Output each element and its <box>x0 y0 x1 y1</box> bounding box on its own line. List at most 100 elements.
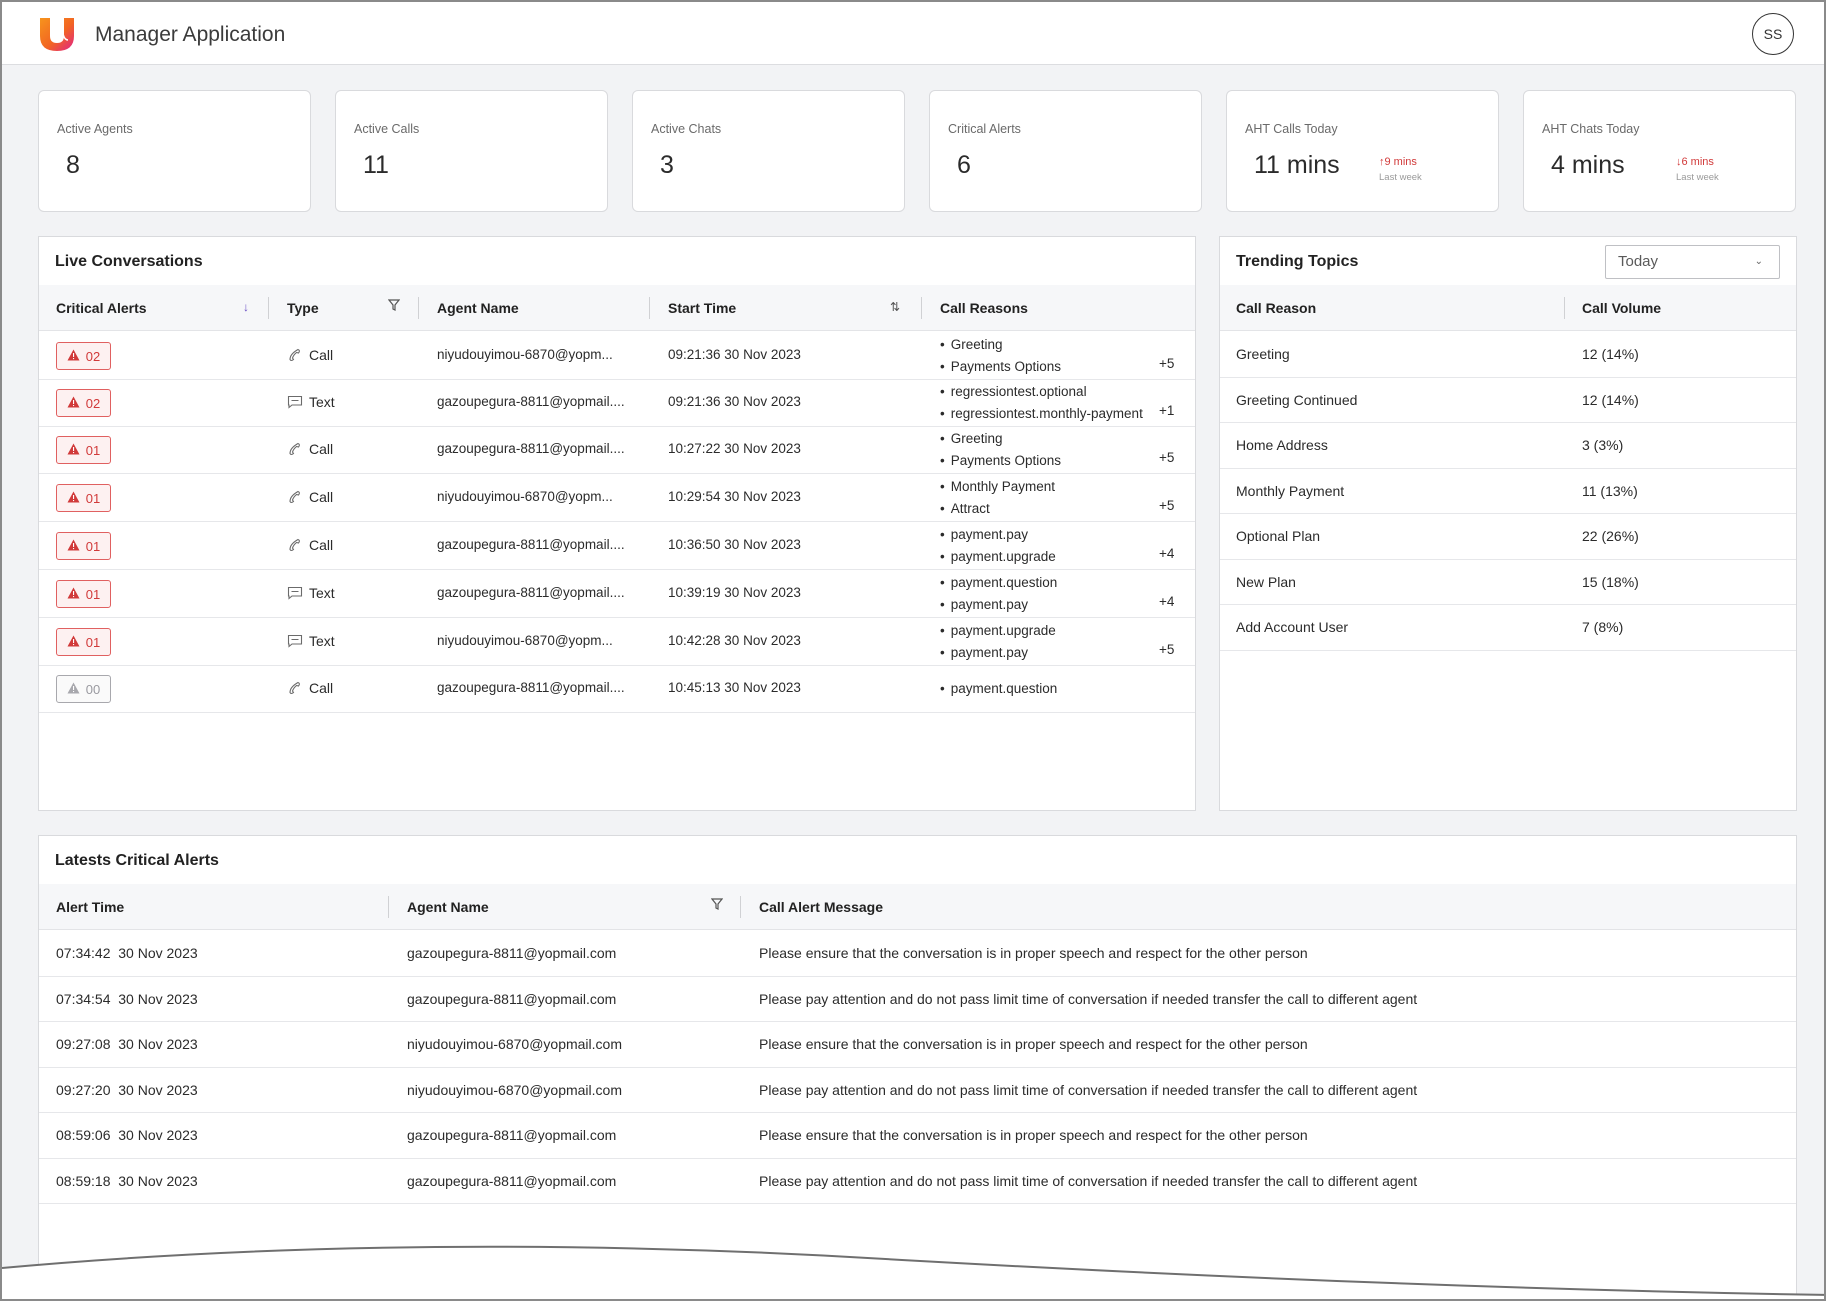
call-volume: 11 (13%) <box>1582 482 1638 499</box>
table-row[interactable]: Home Address 3 (3%) <box>1220 423 1796 469</box>
alert-time: 07:34:42 30 Nov 2023 <box>56 945 198 961</box>
column-divider[interactable] <box>418 297 419 319</box>
agent-name: gazoupegura-8811@yopmail.... <box>437 537 625 552</box>
column-divider[interactable] <box>1564 297 1565 319</box>
chevron-down-icon: ⌄ <box>1754 256 1763 267</box>
stat-card-active-chats: Active Chats 3 <box>632 90 905 212</box>
table-row[interactable]: 02 Text gazoupegura-8811@yopmail.... 09:21:… <box>39 379 1195 427</box>
table-row[interactable]: 09:27:20 30 Nov 2023 niyudouyimou-6870@yo… <box>39 1068 1796 1113</box>
table-row[interactable]: New Plan 15 (18%) <box>1220 560 1796 605</box>
call-reason-text: Payments Options <box>950 359 1062 374</box>
column-header-call-volume[interactable]: Call Volume <box>1582 285 1661 331</box>
bullet-icon: • <box>940 575 945 590</box>
phone-icon <box>287 538 303 552</box>
alert-message: Please pay attention and do not pass lim… <box>759 990 1418 1007</box>
stat-card-aht-calls: AHT Calls Today 11 mins ↑9 mins Last wee… <box>1226 90 1499 212</box>
phone-icon <box>287 681 303 695</box>
column-divider[interactable] <box>268 297 269 319</box>
table-row[interactable]: 08:59:18 30 Nov 2023 gazoupegura-8811@yop… <box>39 1159 1796 1204</box>
alert-badge[interactable]: 02 <box>56 389 111 417</box>
column-divider[interactable] <box>921 297 922 319</box>
call-reason-item: • payment.upgrade <box>940 546 1056 568</box>
column-header-type[interactable]: Type <box>287 285 319 331</box>
alert-badge[interactable]: 01 <box>56 484 111 512</box>
agent-name: niyudouyimou-6870@yopmail.com <box>407 1081 622 1098</box>
stat-value: 11 mins <box>1254 151 1340 179</box>
more-reasons-count[interactable]: +1 <box>1159 403 1174 418</box>
column-header-alert-time[interactable]: Alert Time <box>56 884 124 930</box>
call-reason-text: Monthly Payment <box>950 479 1056 494</box>
column-header-start-time[interactable]: Start Time <box>668 285 736 331</box>
column-header-agent-name[interactable]: Agent Name <box>407 884 489 930</box>
table-row[interactable]: 01 Call niyudouyimou-6870@yopm... 10:29:54 … <box>39 474 1195 522</box>
alert-message: Please ensure that the conversation is i… <box>759 1127 1308 1143</box>
more-reasons-count[interactable]: +5 <box>1159 642 1174 657</box>
stat-label: Active Calls <box>354 122 420 136</box>
table-row[interactable]: Monthly Payment 11 (13%) <box>1220 469 1796 514</box>
trend-indicator: ↓6 mins Last week <box>1676 155 1719 185</box>
table-row[interactable]: 08:59:06 30 Nov 2023 gazoupegura-8811@yop… <box>39 1113 1796 1159</box>
type-label: Text <box>309 585 335 601</box>
type-cell: Call <box>287 347 333 363</box>
table-row[interactable]: 01 Call gazoupegura-8811@yopmail.... 10:36:… <box>39 522 1195 570</box>
agent-name: gazoupegura-8811@yopmail.... <box>437 441 625 456</box>
trending-topics-panel: Trending Topics Today ⌄ Call Reason Call… <box>1219 236 1797 811</box>
agent-name: niyudouyimou-6870@yopmail.com <box>407 1036 622 1052</box>
panel-title: Latests Critical Alerts <box>55 852 219 869</box>
table-row[interactable]: Optional Plan 22 (26%) <box>1220 514 1796 560</box>
table-row[interactable]: 07:34:54 30 Nov 2023 gazoupegura-8811@yop… <box>39 977 1796 1022</box>
period-select[interactable]: Today ⌄ <box>1605 245 1780 279</box>
column-header-call-reason[interactable]: Call Reason <box>1236 285 1316 331</box>
table-row[interactable]: 00 Call gazoupegura-8811@yopmail.... 10:45:… <box>39 665 1195 713</box>
table-row[interactable]: 07:34:42 30 Nov 2023 gazoupegura-8811@yop… <box>39 931 1796 977</box>
bullet-icon: • <box>940 645 945 660</box>
table-row[interactable]: Greeting Continued 12 (14%) <box>1220 378 1796 423</box>
table-row[interactable]: Greeting 12 (14%) <box>1220 332 1796 378</box>
call-reason-text: payment.pay <box>950 645 1029 660</box>
panel-title: Live Conversations <box>55 253 203 270</box>
stat-label: Critical Alerts <box>948 122 1021 136</box>
more-reasons-count[interactable]: +5 <box>1159 450 1174 465</box>
alert-time: 08:59:18 30 Nov 2023 <box>56 1172 198 1189</box>
column-header-call-reasons[interactable]: Call Reasons <box>940 285 1028 331</box>
type-label: Call <box>309 489 334 505</box>
u-logo-icon[interactable] <box>38 16 76 52</box>
table-row[interactable]: 01 Call gazoupegura-8811@yopmail.... 10:27:… <box>39 426 1195 474</box>
column-header-call-alert-message[interactable]: Call Alert Message <box>759 884 883 930</box>
type-label: Text <box>309 633 335 649</box>
column-divider[interactable] <box>388 896 389 918</box>
call-reason-item: • Greeting <box>940 428 1061 450</box>
agent-name: niyudouyimou-6870@yopm... <box>437 347 613 362</box>
table-row[interactable]: 09:27:08 30 Nov 2023 niyudouyimou-6870@yo… <box>39 1022 1796 1068</box>
table-row[interactable]: Add Account User 7 (8%) <box>1220 605 1796 651</box>
more-reasons-count[interactable]: +4 <box>1159 594 1174 609</box>
user-avatar[interactable]: SS <box>1752 13 1794 55</box>
column-header-critical-alerts[interactable]: Critical Alerts <box>56 285 147 331</box>
more-reasons-count[interactable]: +5 <box>1159 498 1174 513</box>
bullet-icon: • <box>940 549 945 564</box>
filter-icon[interactable] <box>710 898 724 914</box>
column-divider[interactable] <box>740 896 741 918</box>
column-divider[interactable] <box>649 297 650 319</box>
call-reason: Greeting <box>1236 346 1290 362</box>
sort-icon[interactable]: ⇅ <box>888 299 902 315</box>
bullet-icon: • <box>940 384 945 399</box>
alert-badge[interactable]: 00 <box>56 675 111 703</box>
alert-badge[interactable]: 02 <box>56 342 111 370</box>
column-header-agent-name[interactable]: Agent Name <box>437 285 519 331</box>
alert-badge[interactable]: 01 <box>56 532 111 560</box>
sort-down-icon[interactable]: ↓ <box>239 299 253 315</box>
alert-badge[interactable]: 01 <box>56 628 111 656</box>
more-reasons-count[interactable]: +5 <box>1159 356 1174 371</box>
call-reason-text: payment.pay <box>950 597 1029 612</box>
more-reasons-count[interactable]: +4 <box>1159 546 1174 561</box>
filter-icon[interactable] <box>387 299 401 315</box>
table-row[interactable]: 02 Call niyudouyimou-6870@yopm... 09:21:36 … <box>39 332 1195 380</box>
alert-badge[interactable]: 01 <box>56 580 111 608</box>
call-reason-item: • payment.pay <box>940 594 1057 616</box>
call-reasons: • payment.question • payment.pay <box>940 572 1057 616</box>
alert-message: Please ensure that the conversation is i… <box>759 1036 1308 1052</box>
table-row[interactable]: 01 Text niyudouyimou-6870@yopm... 10:42:28 … <box>39 618 1195 666</box>
alert-badge[interactable]: 01 <box>56 436 111 464</box>
table-row[interactable]: 01 Text gazoupegura-8811@yopmail.... 10:39:… <box>39 570 1195 618</box>
